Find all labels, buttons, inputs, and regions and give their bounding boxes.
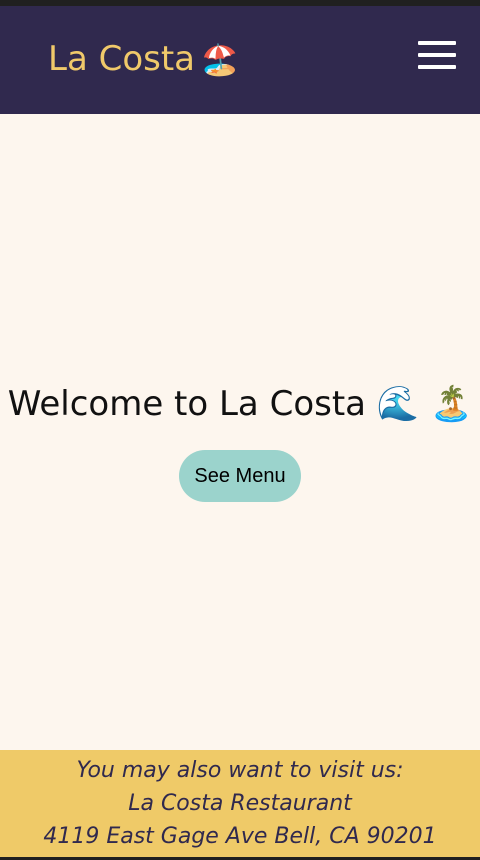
page: La Costa 🏖️ Welcome to La Costa 🌊 🏝️ See … — [0, 0, 480, 860]
footer-visit-text: You may also want to visit us: — [76, 758, 404, 783]
footer-address: 4119 East Gage Ave Bell, CA 90201 — [43, 824, 437, 849]
site-footer: You may also want to visit us: La Costa … — [0, 750, 480, 860]
hamburger-menu-icon[interactable] — [418, 39, 456, 71]
brand-name: La Costa — [48, 39, 196, 79]
hero-section: Welcome to La Costa 🌊 🏝️ See Menu — [0, 114, 480, 750]
hero-title: Welcome to La Costa 🌊 🏝️ — [7, 384, 473, 424]
see-menu-button[interactable]: See Menu — [179, 450, 301, 502]
brand-logo[interactable]: La Costa 🏖️ — [48, 39, 238, 81]
site-header: La Costa 🏖️ — [0, 6, 480, 114]
beach-umbrella-icon: 🏖️ — [201, 43, 239, 78]
footer-restaurant-name: La Costa Restaurant — [128, 791, 352, 816]
